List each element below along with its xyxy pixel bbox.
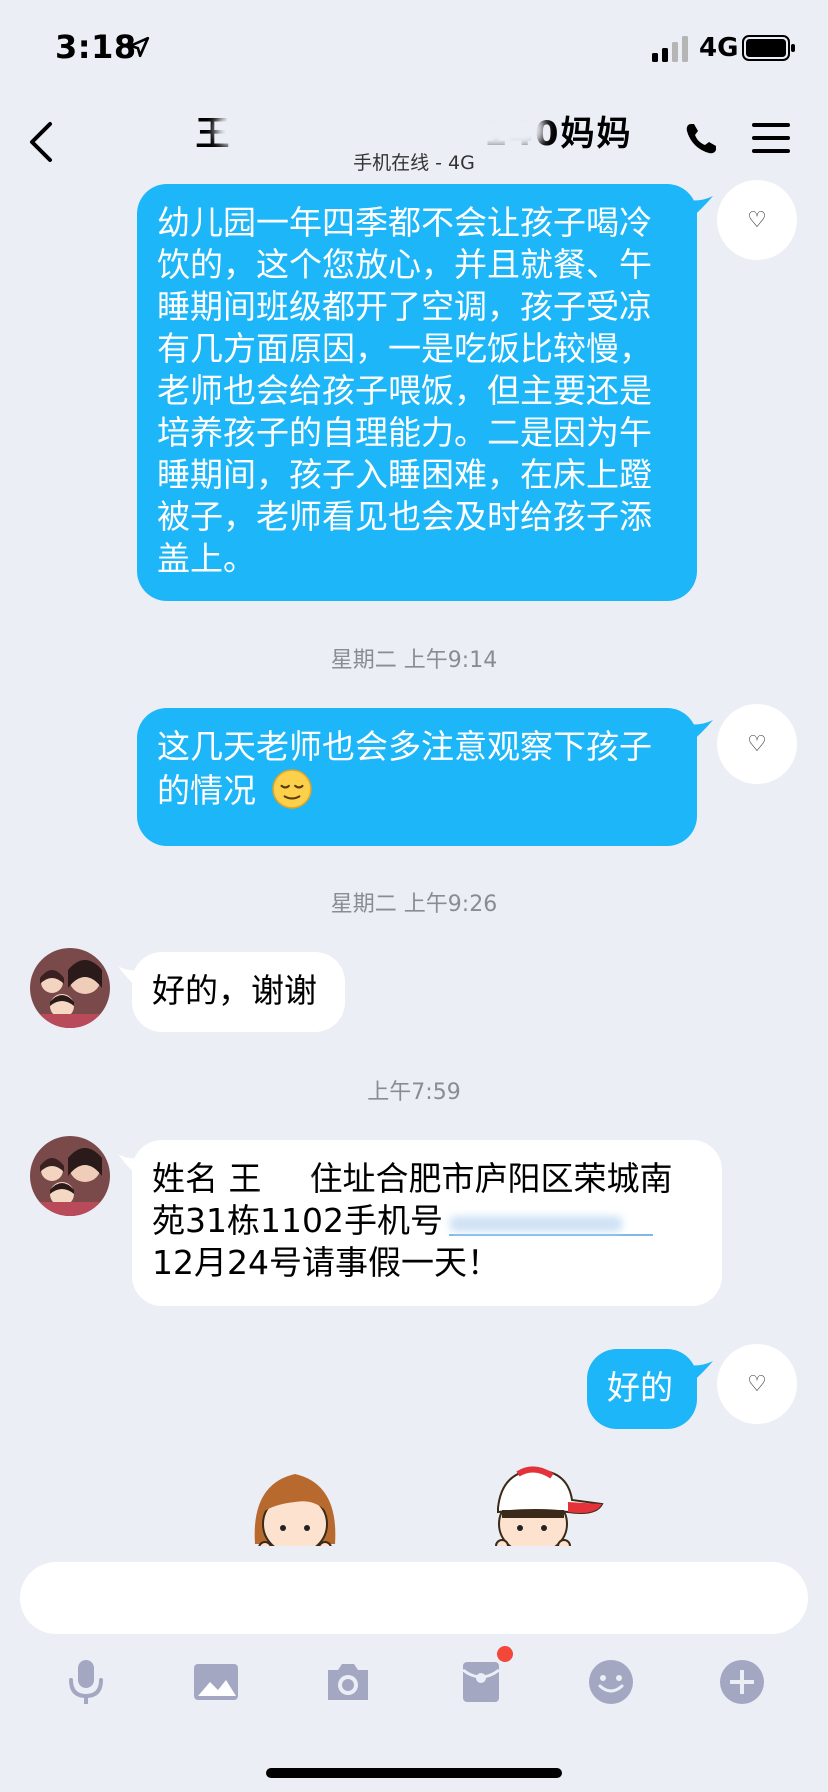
heart-icon: ♡ xyxy=(747,207,767,233)
message-text: 这几天老师也会多注意观察下孩子的情况 xyxy=(157,727,652,810)
status-bar: 3:18 4G xyxy=(0,0,828,100)
back-arrow-icon[interactable] xyxy=(26,120,56,164)
outgoing-message[interactable]: 幼儿园一年四季都不会让孩子喝冷饮的，这个您放心，并且就餐、午睡期间班级都开了空调… xyxy=(137,184,713,601)
timestamp: 星期二 上午9:26 xyxy=(330,892,498,917)
red-packet-icon[interactable] xyxy=(455,1656,507,1708)
message-text-part: 姓名 王 xyxy=(152,1159,262,1198)
home-indicator xyxy=(266,1768,562,1778)
boy-sticker-icon[interactable] xyxy=(478,1460,608,1546)
heart-icon: ♡ xyxy=(747,1371,767,1397)
emoji-icon[interactable] xyxy=(585,1656,637,1708)
message-text-part: 12月24号请事假一天！ xyxy=(152,1243,500,1282)
girl-sticker-icon[interactable] xyxy=(245,1464,345,1546)
bubble-tail xyxy=(687,720,713,742)
outgoing-message[interactable]: 这几天老师也会多注意观察下孩子的情况 xyxy=(137,708,713,846)
phone-icon[interactable] xyxy=(684,122,718,156)
relieved-face-emoji xyxy=(271,769,312,809)
bubble-tail xyxy=(687,196,713,218)
message-text: 好的，谢谢 xyxy=(152,971,317,1010)
timestamp: 上午7:59 xyxy=(367,1080,461,1105)
plus-icon[interactable] xyxy=(716,1656,768,1708)
bubble-tail xyxy=(687,1361,713,1383)
contact-avatar[interactable] xyxy=(30,1136,110,1216)
signal-icon xyxy=(652,36,688,62)
bubble-tail xyxy=(118,1154,142,1176)
message-text: 幼儿园一年四季都不会让孩子喝冷饮的，这个您放心，并且就餐、午睡期间班级都开了空调… xyxy=(157,203,652,578)
bubble-tail xyxy=(118,966,142,988)
online-status: 手机在线 - 4G xyxy=(353,152,475,174)
menu-icon[interactable] xyxy=(752,122,790,154)
location-arrow-icon xyxy=(128,36,150,58)
incoming-message[interactable]: 姓名 王住址合肥市庐阳区荣城南苑31栋1102手机号 12月24号请事假一天！ xyxy=(118,1140,722,1306)
chat-title-wrap[interactable]: 王 140妈妈 xyxy=(160,106,668,154)
battery-icon xyxy=(742,35,795,61)
camera-icon[interactable] xyxy=(322,1656,374,1708)
microphone-icon[interactable] xyxy=(60,1656,112,1708)
timestamp: 星期二 上午9:14 xyxy=(330,648,498,673)
like-button[interactable]: ♡ xyxy=(717,180,797,260)
contact-avatar[interactable] xyxy=(30,948,110,1028)
outgoing-message[interactable]: 好的 xyxy=(587,1349,713,1429)
image-icon[interactable] xyxy=(190,1656,242,1708)
status-time: 3:18 xyxy=(55,28,137,66)
like-button[interactable]: ♡ xyxy=(717,704,797,784)
notification-badge xyxy=(497,1646,513,1662)
incoming-message[interactable]: 好的，谢谢 xyxy=(118,952,345,1032)
message-text: 好的 xyxy=(607,1368,673,1407)
heart-icon: ♡ xyxy=(747,731,767,757)
redacted-name xyxy=(261,1163,310,1198)
redacted-phone-link[interactable] xyxy=(443,1208,653,1238)
like-button[interactable]: ♡ xyxy=(717,1344,797,1424)
redaction-mask xyxy=(215,110,545,148)
network-type: 4G xyxy=(699,33,739,63)
chat-header: 王 140妈妈 手机在线 - 4G xyxy=(0,100,828,184)
composer-bar xyxy=(0,1546,828,1792)
sticker-strip xyxy=(0,1460,828,1546)
message-input[interactable] xyxy=(20,1562,808,1634)
